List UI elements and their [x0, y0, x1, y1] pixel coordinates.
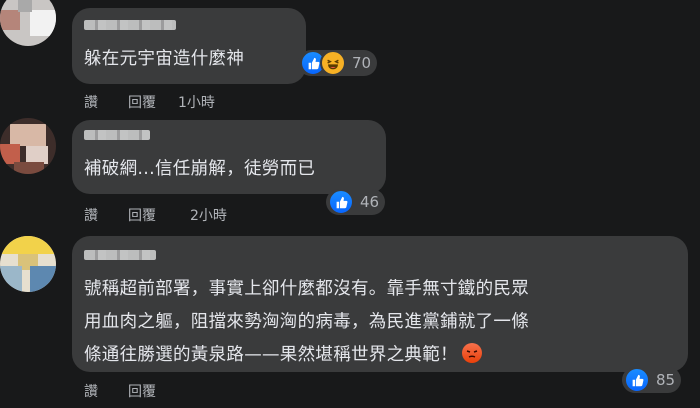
comment-actions: 讚 回覆 1小時	[84, 92, 215, 112]
comment-text: 條通往勝選的黃泉路——果然堪稱世界之典範！	[84, 345, 458, 365]
like-icon	[328, 189, 354, 215]
avatar[interactable]	[0, 0, 56, 46]
reaction-summary[interactable]: 46	[326, 189, 386, 215]
comment-text-line-2: 用血肉之軀，阻擋來勢洶洶的病毒，為民進黨鋪就了一條	[84, 312, 529, 332]
reaction-count: 46	[360, 193, 380, 211]
comment-text-line-3: 條通往勝選的黃泉路——果然堪稱世界之典範！	[84, 340, 482, 370]
comment-actions: 讚 回覆	[84, 381, 178, 401]
comment-text-line-1: 號稱超前部署，事實上卻什麼都沒有。靠手無寸鐵的民眾	[84, 279, 529, 299]
like-link[interactable]: 讚	[84, 205, 128, 225]
avatar[interactable]	[0, 236, 56, 292]
comment-text: 補破網...信任崩解，徒勞而已	[84, 159, 316, 179]
reaction-summary[interactable]: 85	[622, 367, 682, 393]
avatar[interactable]	[0, 118, 56, 174]
like-link[interactable]: 讚	[84, 381, 128, 401]
comment-bubble: 躲在元宇宙造什麼神	[72, 8, 306, 84]
like-icon	[624, 367, 650, 393]
reaction-count: 85	[656, 371, 676, 389]
timestamp[interactable]: 1小時	[178, 92, 215, 112]
author-name[interactable]	[84, 130, 150, 140]
comment-bubble: 補破網...信任崩解，徒勞而已	[72, 120, 386, 194]
reaction-count: 70	[352, 54, 372, 72]
angry-icon	[461, 343, 482, 363]
comment-actions: 讚 回覆 2小時	[84, 205, 227, 225]
like-link[interactable]: 讚	[84, 92, 128, 112]
reply-link[interactable]: 回覆	[128, 205, 190, 225]
comment-text: 躲在元宇宙造什麼神	[84, 49, 245, 69]
author-name[interactable]	[84, 250, 156, 260]
comment-bubble: 號稱超前部署，事實上卻什麼都沒有。靠手無寸鐵的民眾 用血肉之軀，阻擋來勢洶洶的病…	[72, 236, 688, 372]
haha-icon	[320, 50, 346, 76]
author-name[interactable]	[84, 20, 176, 30]
reply-link[interactable]: 回覆	[128, 92, 178, 112]
timestamp[interactable]: 2小時	[190, 205, 227, 225]
reaction-summary[interactable]: 70	[298, 50, 378, 76]
reply-link[interactable]: 回覆	[128, 381, 178, 401]
